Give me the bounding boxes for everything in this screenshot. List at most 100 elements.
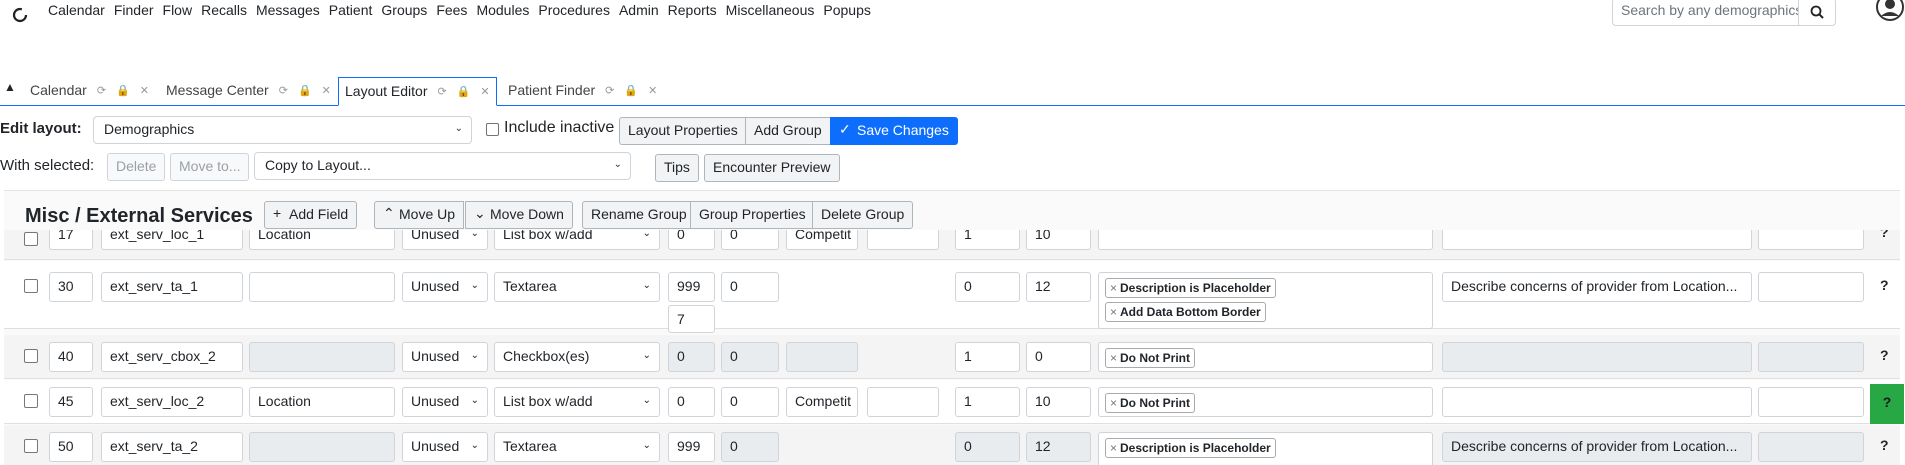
width-field[interactable]: 0	[668, 387, 715, 417]
list-field[interactable]	[786, 342, 858, 372]
width-field[interactable]: 0	[668, 230, 715, 250]
uor-select[interactable]: Unused ⌄	[402, 230, 488, 250]
menu-miscellaneous[interactable]: Miscellaneous	[726, 2, 815, 18]
conditions-field[interactable]	[1758, 230, 1864, 250]
width-field[interactable]: 999	[668, 432, 715, 462]
uor-select[interactable]: Unused ⌄	[402, 272, 488, 302]
help-icon[interactable]: ?	[1880, 277, 1889, 293]
menu-fees[interactable]: Fees	[436, 2, 467, 18]
add-group-button[interactable]: Add Group	[745, 117, 831, 145]
label-cols-field[interactable]: 1	[955, 230, 1020, 250]
conditions-field[interactable]	[1758, 342, 1864, 372]
width-field[interactable]: 999	[668, 272, 715, 302]
field-id[interactable]: ext_serv_loc_1	[101, 230, 243, 250]
field-label[interactable]	[249, 342, 395, 372]
group-properties-button[interactable]: Group Properties	[690, 201, 815, 229]
label-cols-field[interactable]: 0	[955, 272, 1020, 302]
data-cols-field[interactable]: 0	[1026, 342, 1091, 372]
move-down-button[interactable]: ⌄ Move Down	[465, 201, 573, 229]
datatype-select[interactable]: Textarea ⌄	[494, 432, 660, 462]
refresh-icon[interactable]: ⟳	[438, 85, 447, 98]
help-icon[interactable]: ?	[1880, 347, 1889, 363]
row-select-checkbox[interactable]	[24, 394, 38, 408]
move-up-button[interactable]: ⌃ Move Up	[374, 201, 465, 229]
include-inactive-checkbox[interactable]	[486, 123, 499, 136]
height-field[interactable]: 0	[721, 432, 779, 462]
field-id[interactable]: ext_serv_loc_2	[101, 387, 243, 417]
datatype-select[interactable]: Textarea ⌄	[494, 272, 660, 302]
row-select-checkbox[interactable]	[24, 349, 38, 363]
options-field[interactable]: × Description is Placeholder × Add Data Bo…	[1098, 272, 1433, 329]
datatype-select[interactable]: List box w/add ⌄	[494, 230, 660, 250]
layout-properties-button[interactable]: Layout Properties	[619, 117, 747, 145]
help-icon[interactable]: ?	[1880, 437, 1889, 453]
height-field[interactable]: 0	[721, 387, 779, 417]
order-field[interactable]: 30	[49, 272, 93, 302]
data-cols-field[interactable]: 10	[1026, 387, 1091, 417]
conditions-field[interactable]	[1758, 432, 1864, 462]
field-label[interactable]: Location	[249, 230, 395, 250]
options-field[interactable]	[1098, 230, 1433, 250]
lock-icon[interactable]: 🔒	[457, 85, 471, 98]
refresh-icon[interactable]: ⟳	[605, 84, 614, 97]
option-tag[interactable]: × Description is Placeholder	[1105, 278, 1276, 298]
data-cols-field[interactable]: 10	[1026, 230, 1091, 250]
label-cols-field[interactable]: 1	[955, 342, 1020, 372]
option-tag[interactable]: × Do Not Print	[1105, 348, 1196, 368]
height-field[interactable]: 0	[721, 272, 779, 302]
close-icon[interactable]: ✕	[480, 85, 489, 98]
backup-list-field[interactable]	[867, 387, 939, 417]
refresh-icon[interactable]: ⟳	[97, 84, 106, 97]
uor-select[interactable]: Unused ⌄	[402, 432, 488, 462]
tab-patient-finder[interactable]: Patient Finder ⟳ 🔒 ✕	[502, 77, 663, 106]
options-field[interactable]: × Do Not Print	[1098, 342, 1433, 372]
conditions-help-button[interactable]: ?	[1870, 384, 1904, 424]
menu-messages[interactable]: Messages	[256, 2, 320, 18]
data-cols-field[interactable]: 12	[1026, 432, 1091, 462]
row-select-checkbox[interactable]	[24, 232, 38, 246]
lock-icon[interactable]: 🔒	[116, 84, 130, 97]
menu-finder[interactable]: Finder	[114, 2, 154, 18]
remove-icon[interactable]: ×	[1110, 396, 1117, 410]
openemr-logo-icon[interactable]	[10, 4, 30, 24]
remove-icon[interactable]: ×	[1110, 351, 1117, 365]
save-changes-button[interactable]: ✓ Save Changes	[830, 117, 958, 145]
datatype-select[interactable]: List box w/add ⌄	[494, 387, 660, 417]
help-icon[interactable]: ?	[1880, 230, 1889, 240]
close-icon[interactable]: ✕	[648, 84, 657, 97]
layout-select[interactable]: Demographics ⌄	[93, 116, 472, 144]
uor-select[interactable]: Unused ⌄	[402, 342, 488, 372]
field-id[interactable]: ext_serv_ta_1	[101, 272, 243, 302]
label-cols-field[interactable]: 1	[955, 387, 1020, 417]
menu-procedures[interactable]: Procedures	[538, 2, 610, 18]
height-field[interactable]: 0	[721, 230, 779, 250]
field-id[interactable]: ext_serv_cbox_2	[101, 342, 243, 372]
lock-icon[interactable]: 🔒	[298, 84, 312, 97]
order-field[interactable]: 17	[49, 230, 93, 250]
order-field[interactable]: 45	[49, 387, 93, 417]
description-field[interactable]	[1442, 342, 1752, 372]
close-icon[interactable]: ✕	[322, 84, 331, 97]
options-field[interactable]: × Description is Placeholder	[1098, 432, 1433, 465]
options-field[interactable]: × Do Not Print	[1098, 387, 1433, 417]
field-label[interactable]	[249, 272, 395, 302]
tips-button[interactable]: Tips	[655, 154, 699, 182]
row-select-checkbox[interactable]	[24, 439, 38, 453]
user-avatar-icon[interactable]	[1875, 0, 1905, 22]
menu-patient[interactable]: Patient	[329, 2, 373, 18]
close-icon[interactable]: ✕	[140, 84, 149, 97]
max-length-field[interactable]: 7	[668, 305, 715, 333]
order-field[interactable]: 40	[49, 342, 93, 372]
field-label[interactable]	[249, 432, 395, 462]
description-field[interactable]: Describe concerns of provider from Locat…	[1442, 272, 1752, 302]
field-label[interactable]: Location	[249, 387, 395, 417]
copy-to-layout-select[interactable]: Copy to Layout... ⌄	[254, 152, 631, 180]
menu-groups[interactable]: Groups	[381, 2, 427, 18]
data-cols-field[interactable]: 12	[1026, 272, 1091, 302]
datatype-select[interactable]: Checkbox(es) ⌄	[494, 342, 660, 372]
order-field[interactable]: 50	[49, 432, 93, 462]
lock-icon[interactable]: 🔒	[624, 84, 638, 97]
menu-modules[interactable]: Modules	[476, 2, 529, 18]
option-tag[interactable]: × Description is Placeholder	[1105, 438, 1276, 458]
menu-popups[interactable]: Popups	[823, 2, 870, 18]
